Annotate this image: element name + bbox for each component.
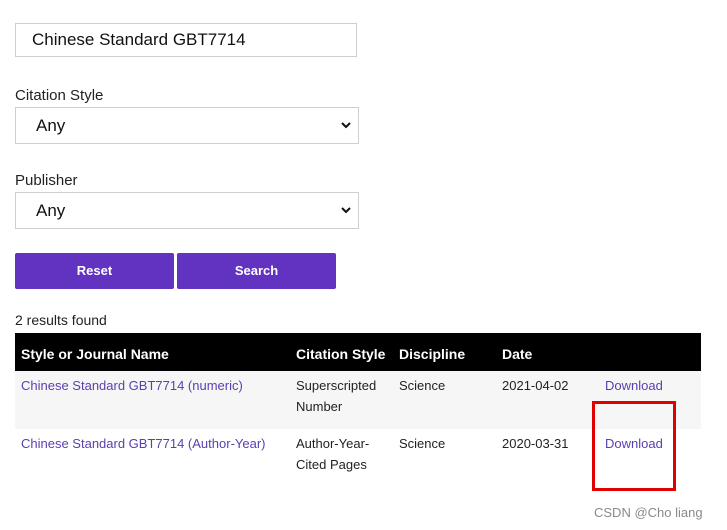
citation-style-selected-value: Any (36, 116, 66, 135)
column-header-discipline: Discipline (393, 333, 496, 371)
column-header-action (596, 333, 701, 371)
date-cell: 2021-04-02 (496, 371, 596, 429)
citation-style-cell: Superscripted Number (290, 371, 393, 429)
table-row: Chinese Standard GBT7714 (Author-Year) A… (15, 429, 701, 487)
table-header-row: Style or Journal Name Citation Style Dis… (15, 333, 701, 371)
citation-style-select[interactable]: Any (15, 107, 359, 144)
style-name-link[interactable]: Chinese Standard GBT7714 (Author-Year) (21, 436, 266, 451)
search-button[interactable]: Search (177, 253, 336, 289)
publisher-selected-value: Any (36, 201, 66, 220)
chevron-down-icon (341, 122, 351, 129)
style-name-cell: Chinese Standard GBT7714 (numeric) (15, 371, 290, 429)
column-header-name: Style or Journal Name (15, 333, 290, 371)
table-row: Chinese Standard GBT7714 (numeric) Super… (15, 371, 701, 429)
download-link[interactable]: Download (605, 433, 663, 454)
reset-button[interactable]: Reset (15, 253, 174, 289)
citation-style-cell: Author-Year-Cited Pages (290, 429, 393, 487)
column-header-date: Date (496, 333, 596, 371)
publisher-label: Publisher (15, 172, 78, 189)
action-cell: Download (596, 429, 701, 487)
results-count: 2 results found (15, 312, 107, 328)
citation-style-label: Citation Style (15, 87, 104, 104)
style-name-link[interactable]: Chinese Standard GBT7714 (numeric) (21, 378, 243, 393)
discipline-cell: Science (393, 429, 496, 487)
action-cell: Download (596, 371, 701, 429)
date-cell: 2020-03-31 (496, 429, 596, 487)
publisher-select[interactable]: Any (15, 192, 359, 229)
results-table: Style or Journal Name Citation Style Dis… (15, 333, 701, 487)
column-header-citation-style: Citation Style (290, 333, 393, 371)
watermark: CSDN @Cho liang (594, 505, 703, 520)
chevron-down-icon (341, 207, 351, 214)
style-name-cell: Chinese Standard GBT7714 (Author-Year) (15, 429, 290, 487)
discipline-cell: Science (393, 371, 496, 429)
search-input[interactable]: Chinese Standard GBT7714 (15, 23, 357, 57)
download-link[interactable]: Download (605, 375, 663, 396)
